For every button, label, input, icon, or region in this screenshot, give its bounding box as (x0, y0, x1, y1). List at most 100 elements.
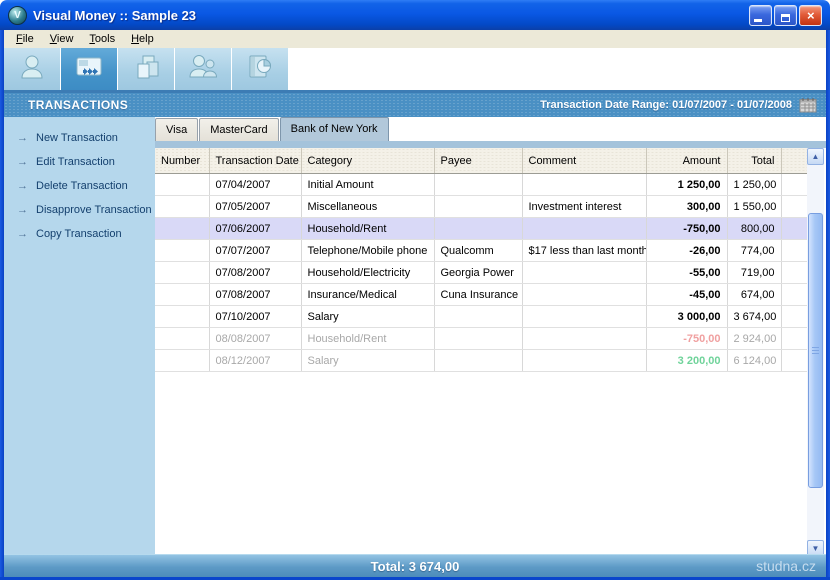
sidebar-item-delete-transaction[interactable]: → Delete Transaction (4, 174, 155, 198)
card-arrows-icon (73, 52, 105, 87)
maximize-icon (781, 14, 790, 22)
sidebar-item-disapprove-transaction[interactable]: →Disapprove Transaction (4, 198, 155, 222)
scrollbar-grip-icon (812, 347, 819, 355)
window-title: Visual Money :: Sample 23 (33, 8, 749, 23)
arrow-icon: → (17, 133, 28, 144)
sidebar: →New Transaction→Edit Transaction → Delete… (4, 117, 155, 554)
title-bar: V Visual Money :: Sample 23 × (0, 0, 830, 30)
toolbar-documents-button[interactable] (118, 48, 174, 90)
cell-date: 08/08/2007 (209, 328, 301, 350)
scrollbar-thumb[interactable] (808, 213, 823, 488)
cell-filler (781, 174, 807, 196)
cell-filler (781, 240, 807, 262)
toolbar-accounts-button[interactable] (4, 48, 60, 90)
cell-amount: -750,00 (646, 328, 727, 350)
table-row[interactable]: 07/08/2007Insurance/MedicalCuna Insuranc… (155, 284, 807, 306)
date-range: Transaction Date Range: 01/07/2007 - 01/… (540, 97, 818, 113)
maximize-button[interactable] (774, 5, 797, 26)
cell-payee (434, 174, 522, 196)
app-logo-icon: V (8, 6, 27, 25)
sidebar-item-new-transaction[interactable]: →New Transaction (4, 126, 155, 150)
cell-total: 1 550,00 (727, 196, 781, 218)
table-row[interactable]: 07/06/2007Household/Rent-750,00800,00 (155, 218, 807, 240)
cell-comment (522, 328, 646, 350)
sidebar-item-copy-transaction[interactable]: →Copy Transaction (4, 222, 155, 246)
table-row[interactable]: 08/08/2007Household/Rent-750,002 924,00 (155, 328, 807, 350)
status-bar: Total: 3 674,00 studna.cz (4, 554, 826, 577)
cell-comment (522, 306, 646, 328)
table-row[interactable]: 07/08/2007Household/ElectricityGeorgia P… (155, 262, 807, 284)
cell-category: Household/Rent (301, 218, 434, 240)
cell-comment (522, 284, 646, 306)
cell-category: Household/Electricity (301, 262, 434, 284)
cell-payee (434, 350, 522, 372)
cell-filler (781, 328, 807, 350)
close-icon: × (800, 6, 821, 25)
cell-category: Initial Amount (301, 174, 434, 196)
cell-payee: Georgia Power (434, 262, 522, 284)
section-header: TRANSACTIONS Transaction Date Range: 01/… (4, 93, 826, 117)
cell-category: Telephone/Mobile phone (301, 240, 434, 262)
vertical-scrollbar[interactable]: ▲ ▼ (807, 148, 824, 557)
cell-number (155, 328, 209, 350)
cell-number (155, 218, 209, 240)
cell-total: 774,00 (727, 240, 781, 262)
arrow-icon: → (17, 181, 28, 192)
scroll-up-button[interactable]: ▲ (807, 148, 824, 165)
documents-icon (131, 52, 161, 87)
cell-number (155, 350, 209, 372)
menu-item-file[interactable]: File (8, 32, 42, 46)
sidebar-item-edit-transaction[interactable]: →Edit Transaction (4, 150, 155, 174)
tab-mastercard[interactable]: MasterCard (199, 118, 278, 141)
menu-item-tools[interactable]: Tools (81, 32, 123, 46)
cell-filler (781, 196, 807, 218)
date-range-label: Transaction Date Range: 01/07/2007 - 01/… (540, 99, 792, 111)
cell-amount: -26,00 (646, 240, 727, 262)
toolbar-payees-button[interactable] (175, 48, 231, 90)
cell-total: 719,00 (727, 262, 781, 284)
minimize-icon (754, 19, 762, 22)
cell-payee: Qualcomm (434, 240, 522, 262)
column-header-comment[interactable]: Comment (522, 148, 646, 174)
sidebar-item-label: Delete Transaction (36, 180, 128, 192)
toolbar-transactions-button[interactable] (61, 48, 117, 90)
cell-payee (434, 218, 522, 240)
cell-payee (434, 328, 522, 350)
close-button[interactable]: × (799, 5, 822, 26)
table-row[interactable]: 07/10/2007Salary3 000,003 674,00 (155, 306, 807, 328)
table-row[interactable]: 07/04/2007Initial Amount1 250,001 250,00 (155, 174, 807, 196)
menu-item-help[interactable]: Help (123, 32, 162, 46)
people-icon (187, 52, 219, 87)
minimize-button[interactable] (749, 5, 772, 26)
window-border-right (826, 30, 830, 580)
cell-comment (522, 262, 646, 284)
column-header-total[interactable]: Total (727, 148, 781, 174)
cell-filler (781, 284, 807, 306)
cell-comment (522, 350, 646, 372)
cell-date: 07/10/2007 (209, 306, 301, 328)
tab-bank-of-new-york[interactable]: Bank of New York (280, 117, 389, 141)
calendar-icon[interactable] (799, 97, 818, 113)
toolbar-reports-button[interactable] (232, 48, 288, 90)
column-header-amount[interactable]: Amount (646, 148, 727, 174)
cell-amount: -55,00 (646, 262, 727, 284)
tab-visa[interactable]: Visa (155, 118, 198, 141)
cell-date: 07/07/2007 (209, 240, 301, 262)
cell-filler (781, 306, 807, 328)
cell-total: 800,00 (727, 218, 781, 240)
cell-amount: 3 200,00 (646, 350, 727, 372)
table-row[interactable]: 07/05/2007MiscellaneousInvestment intere… (155, 196, 807, 218)
column-header-transaction-date[interactable]: Transaction Date (209, 148, 301, 174)
app-window: V Visual Money :: Sample 23 × FileViewTo… (0, 0, 830, 580)
cell-number (155, 262, 209, 284)
cell-payee (434, 306, 522, 328)
cell-number (155, 174, 209, 196)
cell-amount: -750,00 (646, 218, 727, 240)
cell-date: 07/04/2007 (209, 174, 301, 196)
column-header-number[interactable]: Number (155, 148, 209, 174)
column-header-payee[interactable]: Payee (434, 148, 522, 174)
column-header-category[interactable]: Category (301, 148, 434, 174)
table-row[interactable]: 07/07/2007Telephone/Mobile phoneQualcomm… (155, 240, 807, 262)
table-row[interactable]: 08/12/2007Salary3 200,006 124,00 (155, 350, 807, 372)
menu-item-view[interactable]: View (42, 32, 82, 46)
